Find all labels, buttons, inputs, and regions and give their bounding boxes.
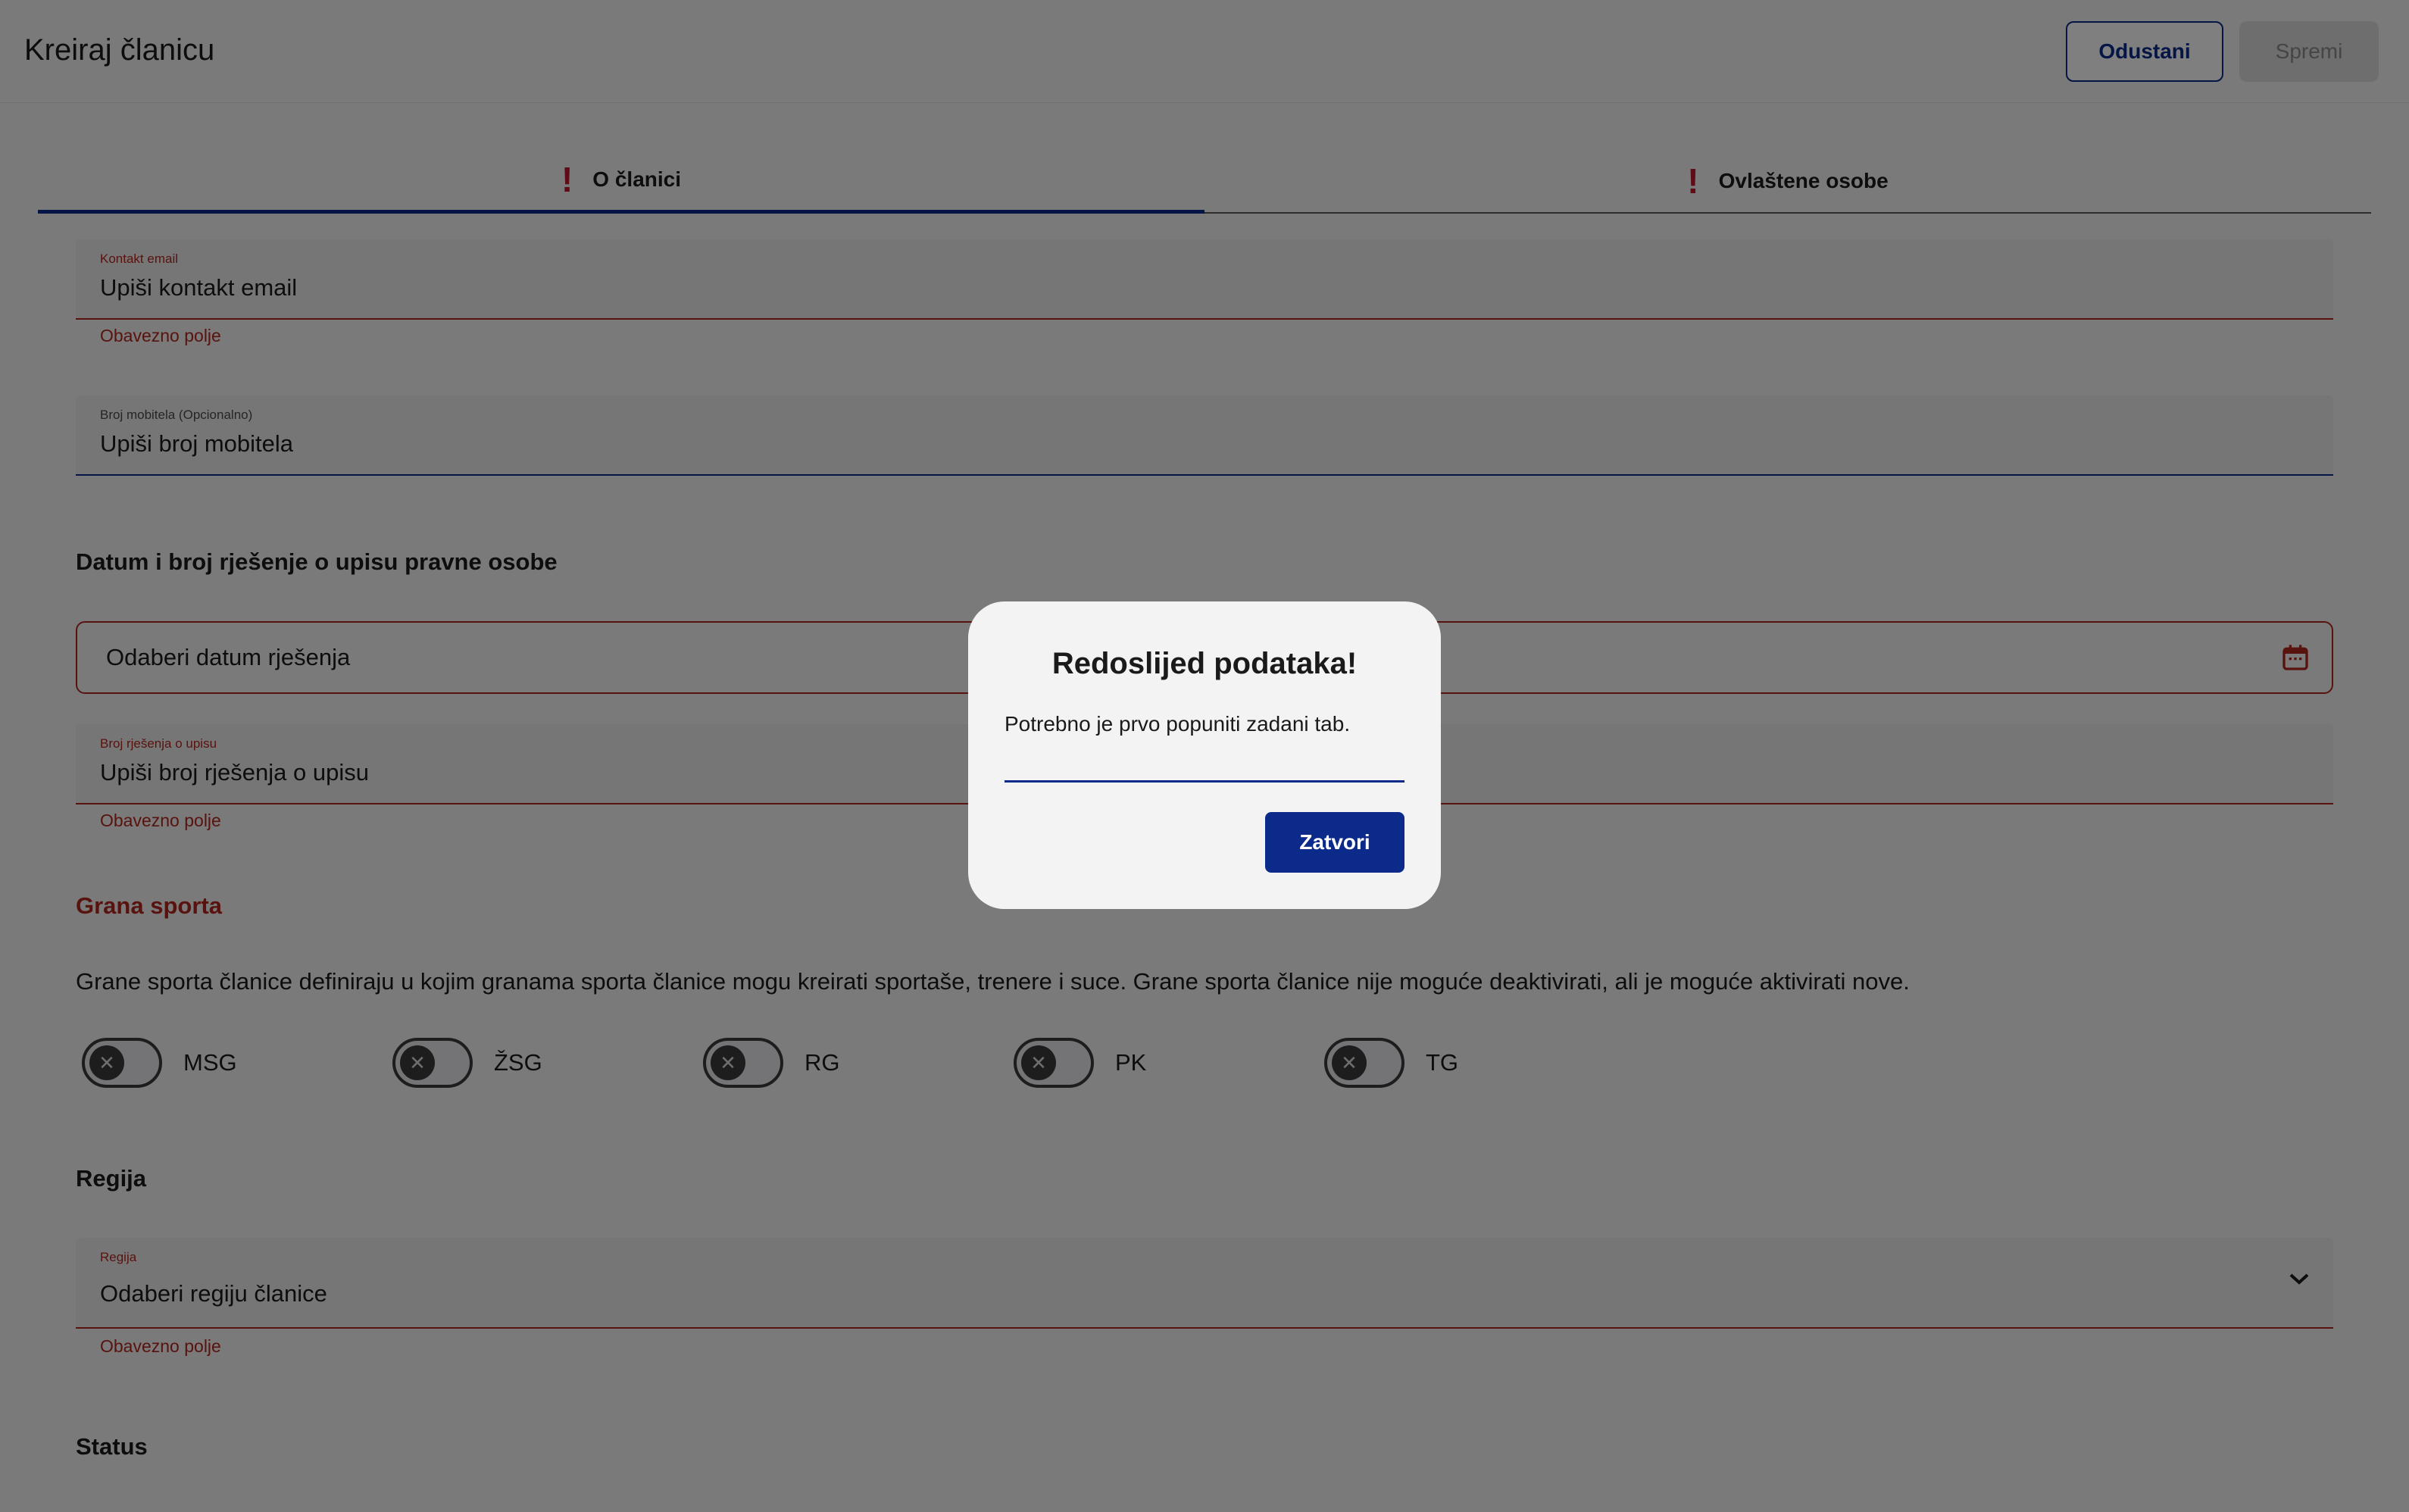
close-dialog-button[interactable]: Zatvori xyxy=(1265,812,1404,873)
dialog-title: Redoslijed podataka! xyxy=(1051,647,1358,680)
order-dialog: Redoslijed podataka! Potrebno je prvo po… xyxy=(968,601,1441,909)
dialog-divider xyxy=(1005,780,1404,783)
dialog-message: Potrebno je prvo popuniti zadani tab. xyxy=(1005,712,1351,736)
